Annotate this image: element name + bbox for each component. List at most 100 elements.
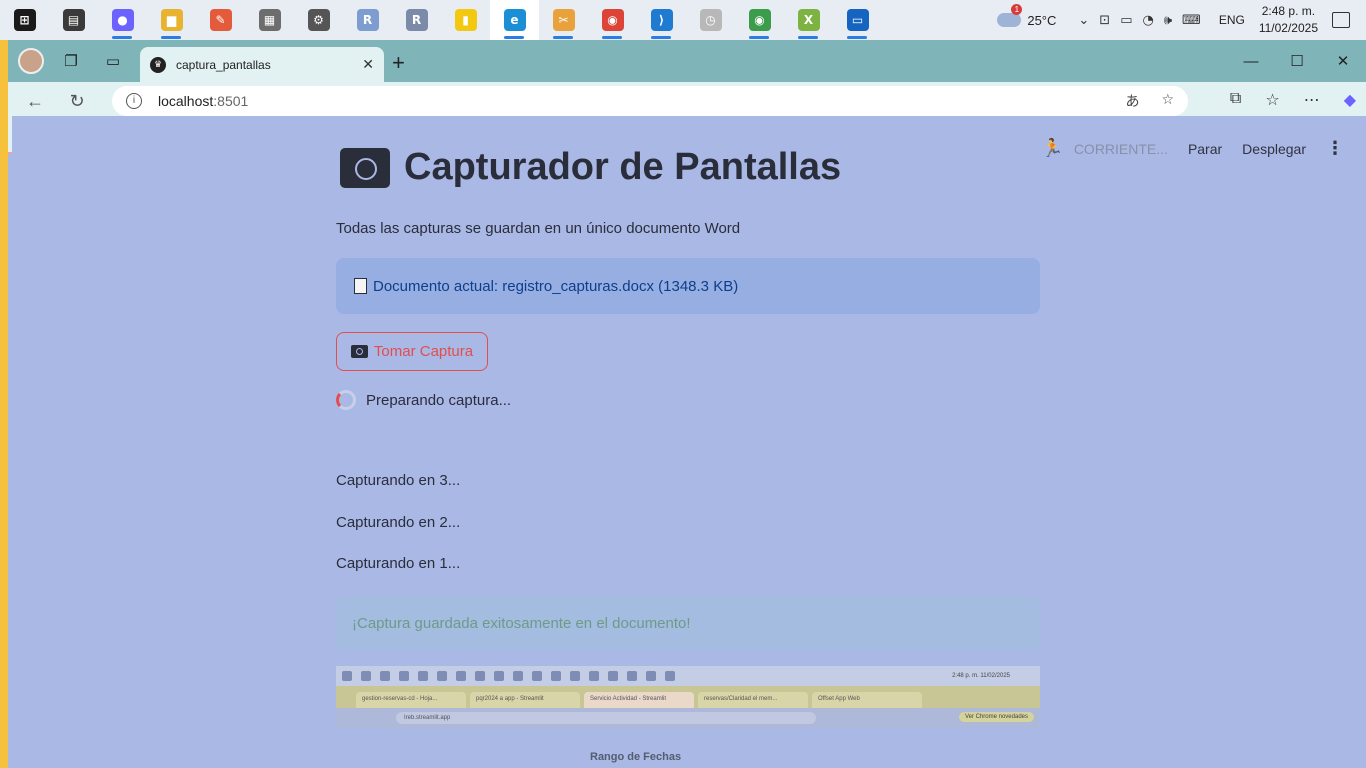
loading-spinner-icon <box>336 390 356 410</box>
taskbar-app-r-app[interactable]: R <box>343 0 392 40</box>
tab-title: captura_pantallas <box>176 57 271 72</box>
vscode-icon: ⟩ <box>650 9 673 31</box>
chevron-up-icon[interactable]: ⌄ <box>1078 13 1089 28</box>
copilot-icon: ● <box>111 9 134 31</box>
refresh-icon[interactable]: ↻ <box>62 91 92 112</box>
taskbar-app-chrome-profile[interactable]: ◉ <box>735 0 784 40</box>
preview-tab: reservas/Claridad el mem... <box>698 692 808 708</box>
spinner-text: Preparando captura... <box>366 391 512 409</box>
calculator-icon: ▦ <box>258 9 281 31</box>
taskbar-app-task-view[interactable]: ▤ <box>49 0 98 40</box>
minimize-icon[interactable]: — <box>1228 40 1274 82</box>
taskbar-app-calculator[interactable]: ▦ <box>245 0 294 40</box>
xampp-icon: X <box>797 9 820 31</box>
new-tab-button[interactable]: + <box>392 50 405 76</box>
battery-icon[interactable]: ▭ <box>1120 13 1132 28</box>
chrome-profile-icon: ◉ <box>748 9 771 31</box>
taskbar-app-clock-app[interactable]: ◷ <box>686 0 735 40</box>
preview-chip: Ver Chrome novedades <box>958 712 1034 722</box>
close-window-icon[interactable]: ✕ <box>1320 40 1366 82</box>
clock-app-icon: ◷ <box>699 9 722 31</box>
camera-icon <box>340 147 390 188</box>
clock-time: 2:48 p. m. <box>1261 4 1316 18</box>
countdown-1: Capturando en 1... <box>336 555 461 572</box>
taskbar-app-windows-start[interactable]: ⊞ <box>0 0 49 40</box>
more-options-icon[interactable]: ⋯ <box>1304 90 1320 110</box>
preview-tab: pqr2024 a app - Streamlit <box>470 692 580 708</box>
preview-taskbar: 2:48 p. m. 11/02/2025 <box>336 666 1040 686</box>
camera-icon <box>350 345 368 358</box>
preview-caption: Rango de Fechas <box>590 751 682 763</box>
window-edge <box>0 40 8 768</box>
remote-app-icon: ▭ <box>846 9 869 31</box>
maximize-icon[interactable]: ☐ <box>1274 40 1320 82</box>
running-man-icon: 🏃 <box>1041 138 1064 158</box>
running-label: CORRIENTE... <box>1073 140 1168 157</box>
favorites-icon[interactable]: ☆ <box>1265 90 1279 110</box>
wifi-icon[interactable]: ◔ <box>1143 13 1154 28</box>
workspaces-icon[interactable]: ❐ <box>56 46 86 76</box>
tab-captura-pantallas[interactable]: ♛ captura_pantallas ✕ <box>140 47 384 82</box>
taskbar-app-settings[interactable]: ⚙ <box>294 0 343 40</box>
language-indicator[interactable]: ENG <box>1219 13 1245 27</box>
tab-actions-icon[interactable]: ▭ <box>98 46 128 76</box>
taskbar-app-rstudio[interactable]: R <box>392 0 441 40</box>
preview-tab: gestion-reservas-cd - Hoja... <box>356 692 466 708</box>
taskbar-app-list: ⊞ ▤ ● ▆ ✎ ▦ ⚙ R R ▮ e ✂ ◉ ⟩ ◷ ◉ X ▭ <box>0 0 882 40</box>
r-app-icon: R <box>356 9 379 31</box>
clock[interactable]: 2:48 p. m. 11/02/2025 <box>1259 3 1318 37</box>
temperature: 25°C <box>1027 12 1057 28</box>
file-explorer-icon: ▆ <box>160 9 183 31</box>
stop-button[interactable]: Parar <box>1188 141 1222 157</box>
taskbar-app-remote-app[interactable]: ▭ <box>833 0 882 40</box>
taskbar-app-power-bi[interactable]: ▮ <box>441 0 490 40</box>
url-input[interactable]: i localhost:8501 あ ☆ <box>112 86 1188 116</box>
clock-date: 11/02/2025 <box>1258 21 1318 35</box>
system-tray: 1 25°C ⌄ ⊡ ▭ ◔ 🕪 ⌨ ENG 2:48 p. m. 11/02/… <box>997 0 1366 40</box>
taskbar-app-xampp[interactable]: X <box>784 0 833 40</box>
preview-clock: 2:48 p. m. 11/02/2025 <box>952 673 1010 679</box>
edge-icon: e <box>503 9 526 31</box>
taskbar-app-copilot[interactable]: ● <box>98 0 147 40</box>
notifications-icon[interactable] <box>1332 12 1350 28</box>
tab-close-icon[interactable]: ✕ <box>362 56 374 73</box>
chrome-icon: ◉ <box>601 9 624 31</box>
extensions-icon[interactable]: ⧉ <box>1230 90 1241 110</box>
url-host: localhost <box>158 93 214 109</box>
address-bar-row: ← ↻ i localhost:8501 あ ☆ ⧉ ☆ ⋯ ◆ <box>8 82 1366 120</box>
preview-tabs: gestion-reservas-cd - Hoja... pqr2024 a a… <box>336 686 1040 708</box>
meet-now-icon[interactable]: ⊡ <box>1099 13 1110 28</box>
copilot-icon[interactable]: ◆ <box>1344 90 1356 110</box>
page-title: Capturador de Pantallas <box>340 146 841 189</box>
paint-icon: ✎ <box>209 9 232 31</box>
take-capture-label: Tomar Captura <box>373 343 474 360</box>
taskbar-app-paint[interactable]: ✎ <box>196 0 245 40</box>
weather-widget[interactable]: 1 25°C <box>997 4 1057 28</box>
windows-taskbar: ⊞ ▤ ● ▆ ✎ ▦ ⚙ R R ▮ e ✂ ◉ ⟩ ◷ ◉ X ▭ 1 25°C ⌄ ⊡ ▭ ◔ 🕪 ⌨ EN… <box>0 0 1366 40</box>
favorite-star-icon[interactable]: ☆ <box>1161 91 1174 111</box>
taskbar-app-edge[interactable]: e <box>490 0 539 40</box>
streamlit-app: 🏃 CORRIENTE... Parar Desplegar ⋮ Captura… <box>12 116 1366 728</box>
spinner: Preparando captura... <box>336 390 511 410</box>
countdown-3: Capturando en 3... <box>336 472 461 489</box>
taskbar-app-vscode[interactable]: ⟩ <box>637 0 686 40</box>
screenshot-preview: 2:48 p. m. 11/02/2025 gestion-reservas-c… <box>336 666 1040 728</box>
success-text: ¡Captura guardada exitosamente en el doc… <box>352 614 691 632</box>
cloud-icon: 1 <box>997 4 1023 27</box>
back-icon[interactable]: ← <box>20 91 50 112</box>
profile-avatar[interactable] <box>18 48 44 74</box>
deploy-button[interactable]: Desplegar <box>1242 141 1306 157</box>
volume-icon[interactable]: 🕪 <box>1164 13 1172 28</box>
keyboard-icon[interactable]: ⌨ <box>1182 13 1201 28</box>
taskbar-app-snipping-tool[interactable]: ✂ <box>539 0 588 40</box>
main-menu-icon[interactable]: ⋮ <box>1326 138 1344 159</box>
page-title-text: Capturador de Pantallas <box>404 146 842 188</box>
info-alert: Documento actual: registro_capturas.docx… <box>336 258 1040 314</box>
taskbar-app-chrome[interactable]: ◉ <box>588 0 637 40</box>
weather-badge: 1 <box>1011 4 1023 15</box>
countdown-2: Capturando en 2... <box>336 514 461 531</box>
site-info-icon[interactable]: i <box>126 93 142 109</box>
take-capture-button[interactable]: Tomar Captura <box>336 332 488 371</box>
taskbar-app-file-explorer[interactable]: ▆ <box>147 0 196 40</box>
read-aloud-icon[interactable]: あ <box>1125 91 1139 111</box>
